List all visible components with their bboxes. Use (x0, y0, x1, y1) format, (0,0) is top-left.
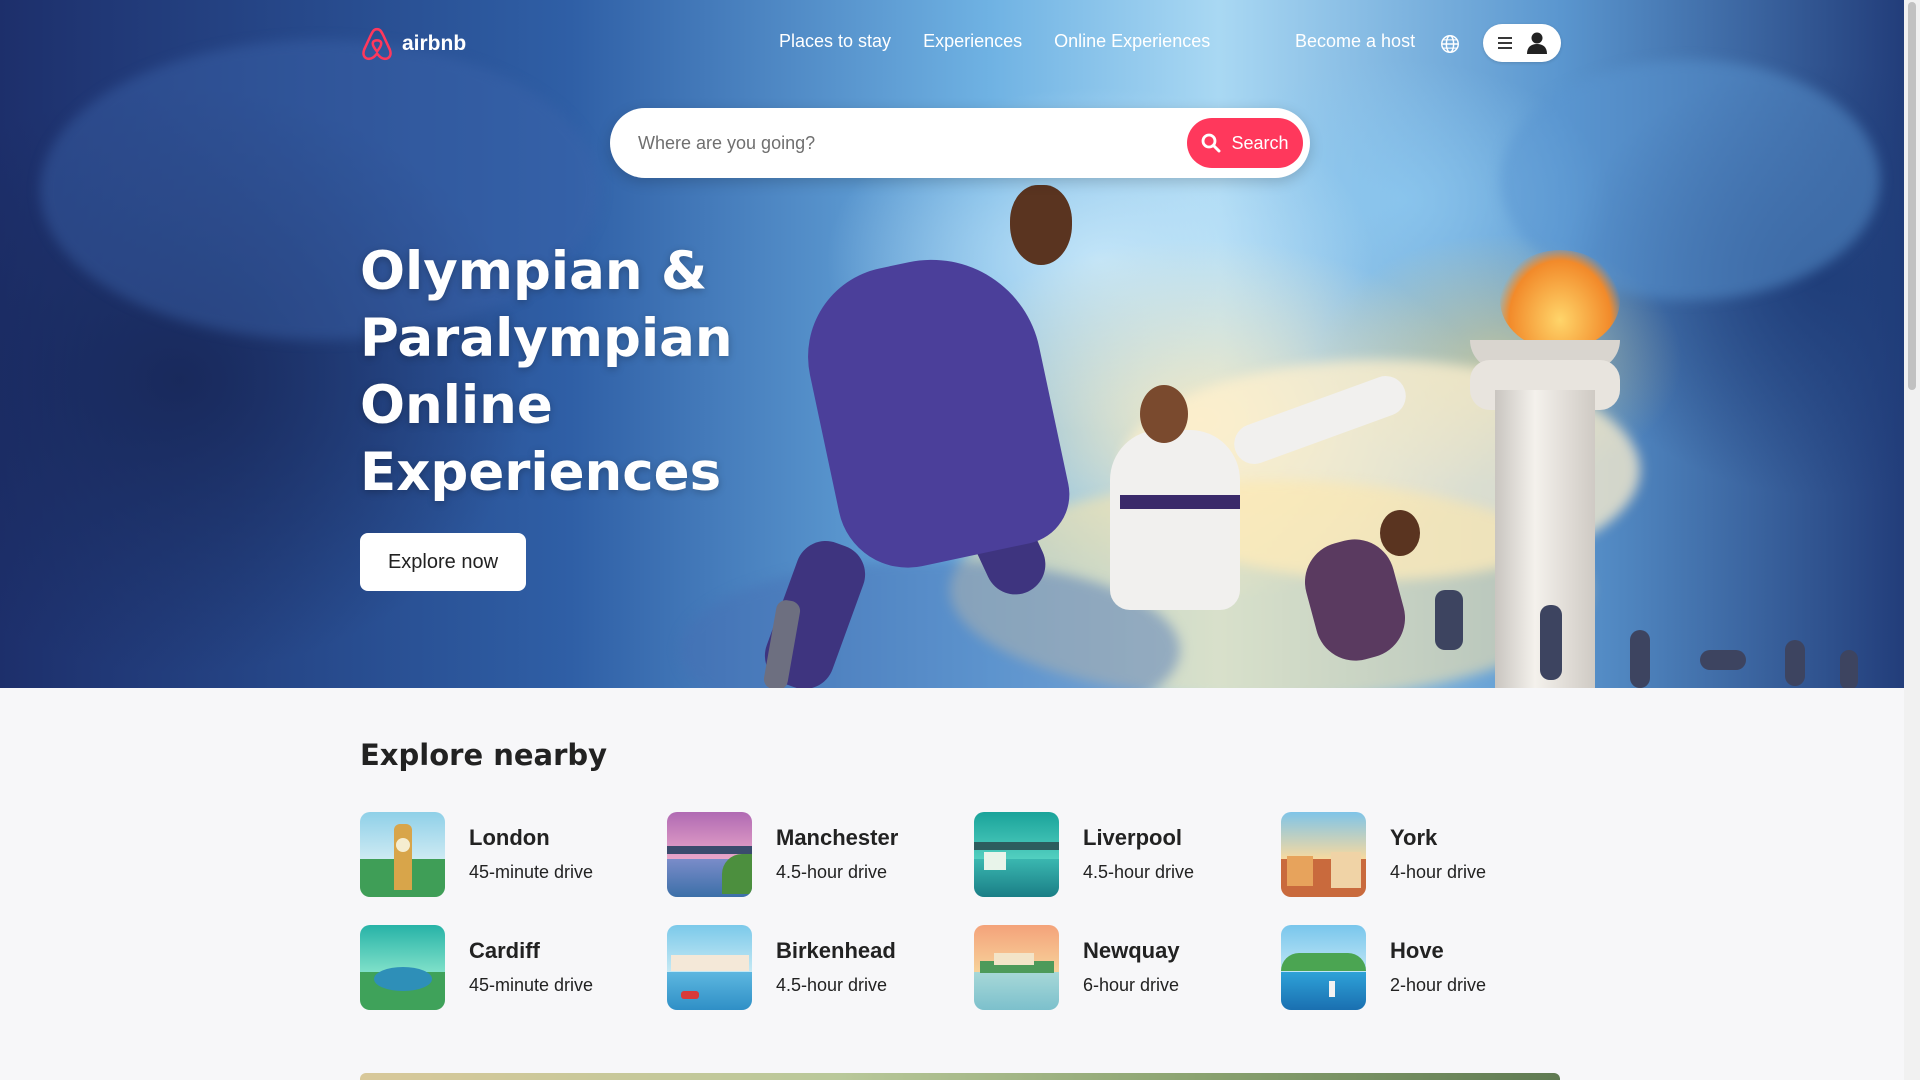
search-icon (1202, 133, 1221, 153)
hero-banner: Olympian & Paralympian Online Experience… (0, 0, 1904, 688)
globe-icon[interactable] (1439, 33, 1461, 55)
place-name: Newquay (1083, 937, 1180, 963)
place-name: Liverpool (1083, 824, 1183, 850)
hamburger-icon (1498, 37, 1512, 49)
karate-athlete (1110, 430, 1240, 610)
airbnb-logo-icon (362, 27, 392, 61)
user-menu-button[interactable] (1483, 24, 1561, 62)
runner-head (1010, 185, 1072, 265)
karate-head (1140, 385, 1188, 443)
nav-experiences[interactable]: Experiences (923, 31, 1022, 52)
hero-title: Olympian & Paralympian Online Experience… (360, 241, 733, 503)
explore-now-button[interactable]: Explore now (360, 533, 526, 591)
place-thumbnail (360, 812, 445, 897)
sprinter-head (1380, 510, 1420, 556)
nav-places-to-stay[interactable]: Places to stay (779, 31, 891, 52)
place-name: Manchester (776, 824, 899, 850)
place-thumbnail (974, 925, 1059, 1010)
karate-belt (1120, 495, 1240, 509)
place-thumbnail (1281, 812, 1366, 897)
nearby-place-manchester[interactable]: Manchester 4.5-hour drive (667, 812, 974, 897)
search-button[interactable]: Search (1187, 118, 1303, 168)
place-distance: 6-hour drive (1083, 974, 1180, 995)
search-button-label: Search (1231, 132, 1289, 153)
place-distance: 4.5-hour drive (776, 974, 888, 995)
scrollbar-thumb[interactable] (1908, 2, 1916, 390)
search-input[interactable] (638, 126, 1158, 160)
nearby-place-liverpool[interactable]: Liverpool 4.5-hour drive (974, 812, 1281, 897)
nearby-place-birkenhead[interactable]: Birkenhead 4.5-hour drive (667, 925, 974, 1010)
place-name: London (469, 824, 550, 850)
weightlifter (1700, 650, 1746, 670)
place-distance: 45-minute drive (469, 974, 594, 995)
nearby-place-newquay[interactable]: Newquay 6-hour drive (974, 925, 1281, 1010)
surfer (1540, 605, 1562, 680)
place-thumbnail (1281, 925, 1366, 1010)
place-thumbnail (667, 812, 752, 897)
nearby-place-hove[interactable]: Hove 2-hour drive (1281, 925, 1588, 1010)
place-distance: 4-hour drive (1390, 861, 1487, 882)
place-name: Birkenhead (776, 937, 896, 963)
search-bar: Search (610, 108, 1310, 178)
nearby-place-london[interactable]: London 45-minute drive (360, 812, 667, 897)
user-icon (1527, 32, 1547, 54)
nearby-place-cardiff[interactable]: Cardiff 45-minute drive (360, 925, 667, 1010)
brand-name: airbnb (402, 32, 467, 55)
place-thumbnail (360, 925, 445, 1010)
place-name: Hove (1390, 937, 1444, 963)
place-distance: 45-minute drive (469, 861, 594, 882)
place-distance: 2-hour drive (1390, 974, 1487, 995)
small-athlete (1630, 630, 1650, 688)
place-thumbnail (974, 812, 1059, 897)
next-section-banner (360, 1073, 1560, 1080)
airbnb-logo[interactable]: airbnb (360, 26, 466, 62)
page: Olympian & Paralympian Online Experience… (0, 0, 1904, 1080)
archer (1840, 650, 1858, 688)
place-distance: 4.5-hour drive (776, 861, 888, 882)
nearby-places-grid: London 45-minute drive Manchester 4.5-ho… (360, 812, 1560, 1010)
page-scrollbar[interactable] (1904, 0, 1920, 1080)
place-thumbnail (667, 925, 752, 1010)
top-nav: airbnb Places to stay Experiences Online… (0, 0, 1904, 86)
nav-online-experiences[interactable]: Online Experiences (1054, 31, 1210, 52)
place-distance: 4.5-hour drive (1083, 861, 1195, 882)
small-athlete (1785, 640, 1805, 686)
olympic-flame (1500, 250, 1620, 350)
become-a-host-link[interactable]: Become a host (1295, 31, 1415, 52)
primary-nav: Places to stay Experiences Online Experi… (779, 31, 1210, 52)
nearby-place-york[interactable]: York 4-hour drive (1281, 812, 1588, 897)
explore-nearby-title: Explore nearby (360, 738, 608, 772)
paralympic-runner (791, 239, 1079, 581)
place-name: York (1390, 824, 1438, 850)
place-name: Cardiff (469, 937, 540, 963)
skateboarder (1435, 590, 1463, 650)
